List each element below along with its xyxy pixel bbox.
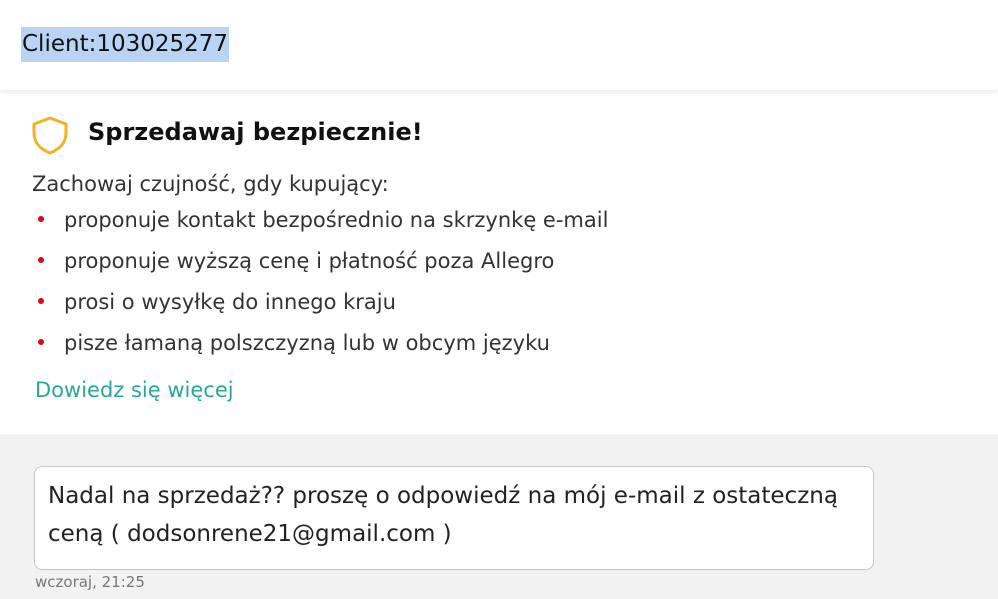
warning-list: proponuje kontakt bezpośrednio na skrzyn… (38, 200, 608, 364)
list-item: pisze łamaną polszczyzną lub w obcym jęz… (38, 323, 608, 364)
bullet-icon (38, 339, 44, 345)
message-timestamp: wczoraj, 21:25 (35, 573, 145, 591)
warning-text: proponuje wyższą cenę i płatność poza Al… (64, 249, 555, 273)
bullet-icon (38, 298, 44, 304)
shield-icon (32, 116, 68, 155)
bullet-icon (38, 257, 44, 263)
safety-card-title: Sprzedawaj bezpiecznie! (88, 118, 423, 146)
bullet-icon (38, 216, 44, 222)
list-item: proponuje wyższą cenę i płatność poza Al… (38, 241, 608, 282)
learn-more-link[interactable]: Dowiedz się więcej (35, 378, 234, 402)
message-bubble: Nadal na sprzedaż?? proszę o odpowiedź n… (34, 466, 874, 570)
top-header: Client:103025277 (0, 0, 998, 90)
warning-text: proponuje kontakt bezpośrednio na skrzyn… (64, 208, 609, 232)
safety-card-intro: Zachowaj czujność, gdy kupujący: (32, 172, 389, 196)
warning-text: pisze łamaną polszczyzną lub w obcym jęz… (64, 331, 550, 355)
list-item: proponuje kontakt bezpośrednio na skrzyn… (38, 200, 608, 241)
client-id-title: Client:103025277 (21, 27, 230, 62)
list-item: prosi o wysyłkę do innego kraju (38, 282, 608, 323)
warning-text: prosi o wysyłkę do innego kraju (64, 290, 396, 314)
